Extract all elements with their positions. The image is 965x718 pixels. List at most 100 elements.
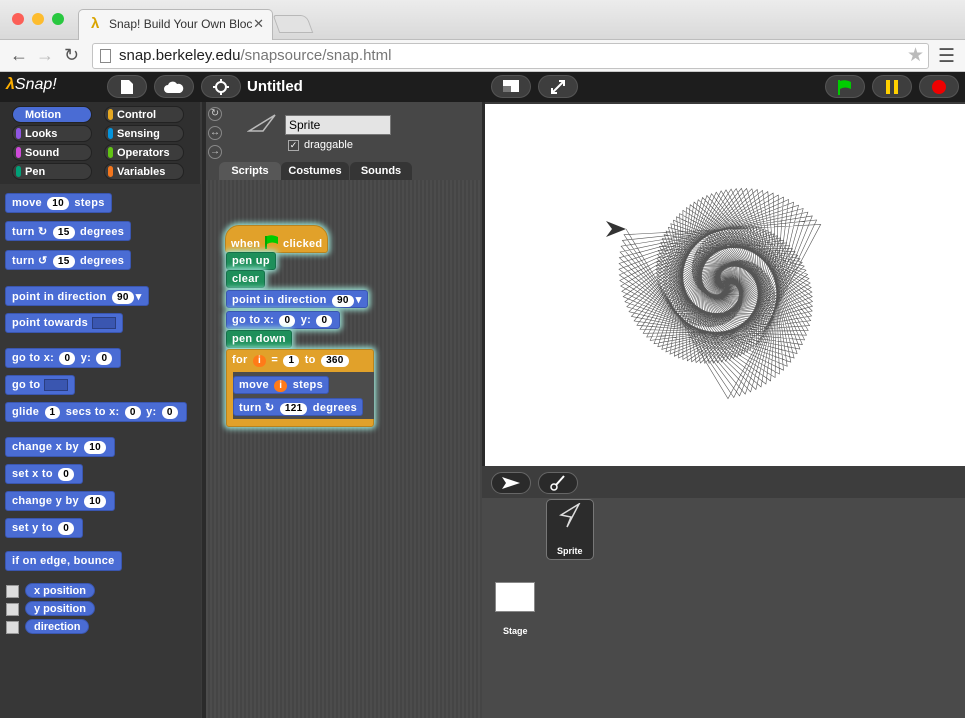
category-looks[interactable]: Looks xyxy=(12,125,92,142)
browser-tab[interactable]: λ Snap! Build Your Own Bloc ✕ xyxy=(78,9,273,40)
glide-y-input[interactable]: 0 xyxy=(161,406,178,419)
go-to-xy-block[interactable]: go to x: 0 y: 0 xyxy=(226,311,341,329)
add-turtle-sprite-button[interactable] xyxy=(491,472,531,494)
for-to-input[interactable]: 360 xyxy=(321,355,349,367)
sprite-arrow-icon[interactable] xyxy=(606,221,626,237)
loop-variable-i[interactable]: i xyxy=(252,355,267,367)
menu-icon[interactable]: ☰ xyxy=(938,45,955,68)
equals-label: = xyxy=(271,354,279,366)
point-in-direction-block[interactable]: point in direction 90 ▾ xyxy=(226,290,368,308)
palette-move-block[interactable]: move 10 steps xyxy=(5,193,112,213)
glide-secs-input[interactable]: 1 xyxy=(44,406,61,419)
clockwise-icon: ↻ xyxy=(264,402,275,414)
direction-reporter[interactable]: direction xyxy=(25,619,90,634)
rotate-style-icon[interactable]: ↻ xyxy=(208,107,222,121)
palette-point-towards-block[interactable]: point towards xyxy=(5,313,124,333)
address-bar[interactable]: snap.berkeley.edu/snapsource/snap.html ★ xyxy=(92,43,929,69)
script-direction-input[interactable]: 90 xyxy=(331,295,354,307)
snap-logo[interactable]: λSnap! xyxy=(3,75,57,97)
go-to-y-input[interactable]: 0 xyxy=(96,352,113,365)
palette-glide-block[interactable]: glide 1 secs to x: 0 y: 0 xyxy=(5,402,187,422)
script-x-input[interactable]: 0 xyxy=(279,315,296,327)
script-y-input[interactable]: 0 xyxy=(316,315,333,327)
forward-icon[interactable]: → xyxy=(36,45,54,66)
stage-size-button[interactable] xyxy=(491,75,531,98)
change-y-label: change y by xyxy=(12,495,79,507)
palette-bounce-block[interactable]: if on edge, bounce xyxy=(5,551,122,571)
clear-block[interactable]: clear xyxy=(226,270,266,288)
dropdown-arrow-icon[interactable]: ▾ xyxy=(136,291,142,303)
bookmark-star-icon[interactable]: ★ xyxy=(907,44,924,67)
no-rotate-icon[interactable]: → xyxy=(208,145,222,159)
y-position-reporter[interactable]: y position xyxy=(25,601,95,616)
file-menu-button[interactable] xyxy=(107,75,147,98)
draggable-option[interactable]: ✓ draggable xyxy=(288,139,353,151)
pen-up-block[interactable]: pen up xyxy=(226,252,276,270)
when-flag-clicked-hat-block[interactable]: when clicked xyxy=(225,225,329,253)
stop-icon xyxy=(932,80,946,94)
new-tab-button[interactable] xyxy=(272,15,314,33)
back-icon[interactable]: ← xyxy=(10,45,28,66)
draggable-checkbox[interactable]: ✓ xyxy=(288,139,299,151)
x-position-reporter[interactable]: x position xyxy=(25,583,95,598)
script-turn-input[interactable]: 121 xyxy=(279,403,308,415)
pen-down-block[interactable]: pen down xyxy=(226,330,292,348)
minimize-window-button[interactable] xyxy=(32,13,44,25)
flip-style-icon[interactable]: ↔ xyxy=(208,126,222,140)
stage[interactable] xyxy=(485,104,965,466)
stage-corral-icon[interactable] xyxy=(495,582,535,612)
green-flag-button[interactable] xyxy=(825,75,865,98)
paint-new-sprite-button[interactable] xyxy=(538,472,578,494)
move-var-i[interactable]: i xyxy=(274,380,288,392)
category-sensing[interactable]: Sensing xyxy=(104,125,184,142)
category-control[interactable]: Control xyxy=(104,106,184,123)
pause-button[interactable] xyxy=(872,75,912,98)
sprite-name-field[interactable]: Sprite xyxy=(285,115,391,135)
tab-costumes[interactable]: Costumes xyxy=(281,162,349,180)
set-x-input[interactable]: 0 xyxy=(58,468,75,481)
go-to-x-input[interactable]: 0 xyxy=(59,352,76,365)
category-operators[interactable]: Operators xyxy=(104,144,184,161)
palette-change-y-block[interactable]: change y by 10 xyxy=(5,491,115,511)
glide-x-input[interactable]: 0 xyxy=(124,406,141,419)
go-to-dropdown[interactable] xyxy=(44,379,69,392)
zoom-window-button[interactable] xyxy=(52,13,64,25)
palette-turn-ccw-block[interactable]: turn ↺ 15 degrees xyxy=(5,250,132,270)
change-x-input[interactable]: 10 xyxy=(84,441,106,454)
point-direction-input[interactable]: 90 xyxy=(111,291,134,304)
cloud-menu-button[interactable] xyxy=(154,75,194,98)
category-variables[interactable]: Variables xyxy=(104,163,184,180)
close-window-button[interactable] xyxy=(12,13,24,25)
point-towards-dropdown[interactable] xyxy=(92,317,117,330)
move-i-steps-block[interactable]: move i steps xyxy=(233,376,329,394)
palette-go-to-xy-block[interactable]: go to x: 0 y: 0 xyxy=(5,348,122,368)
palette-go-to-block[interactable]: go to xyxy=(5,375,76,395)
change-x-label: change x by xyxy=(12,441,79,453)
tab-sounds[interactable]: Sounds xyxy=(350,162,412,180)
palette-point-direction-block[interactable]: point in direction 90 ▾ xyxy=(5,286,149,306)
category-sound[interactable]: Sound xyxy=(12,144,92,161)
palette-set-y-block[interactable]: set y to 0 xyxy=(5,518,84,538)
close-tab-icon[interactable]: ✕ xyxy=(253,16,264,32)
palette-turn-cw-block[interactable]: turn ↻ 15 degrees xyxy=(5,221,132,241)
tab-scripts[interactable]: Scripts xyxy=(219,162,281,180)
category-motion[interactable]: Motion xyxy=(12,106,92,123)
turn-ccw-input[interactable]: 15 xyxy=(52,255,75,268)
set-y-input[interactable]: 0 xyxy=(58,522,75,535)
reload-icon[interactable]: ↻ xyxy=(64,45,79,66)
palette-change-x-block[interactable]: change x by 10 xyxy=(5,437,115,457)
palette-set-x-block[interactable]: set x to 0 xyxy=(5,464,84,484)
app-mode-button[interactable] xyxy=(538,75,578,98)
direction-watcher-checkbox[interactable] xyxy=(6,621,19,634)
stop-button[interactable] xyxy=(919,75,959,98)
y-position-watcher-checkbox[interactable] xyxy=(6,603,19,616)
turn-cw-input[interactable]: 15 xyxy=(52,226,75,239)
change-y-input[interactable]: 10 xyxy=(84,495,106,508)
turn-block[interactable]: turn ↻ 121 degrees xyxy=(233,398,364,416)
settings-menu-button[interactable] xyxy=(201,75,241,98)
category-pen[interactable]: Pen xyxy=(12,163,92,180)
for-from-input[interactable]: 1 xyxy=(283,355,300,367)
dropdown-arrow-icon[interactable]: ▾ xyxy=(356,294,362,306)
move-steps-input[interactable]: 10 xyxy=(47,197,70,210)
x-position-watcher-checkbox[interactable] xyxy=(6,585,19,598)
